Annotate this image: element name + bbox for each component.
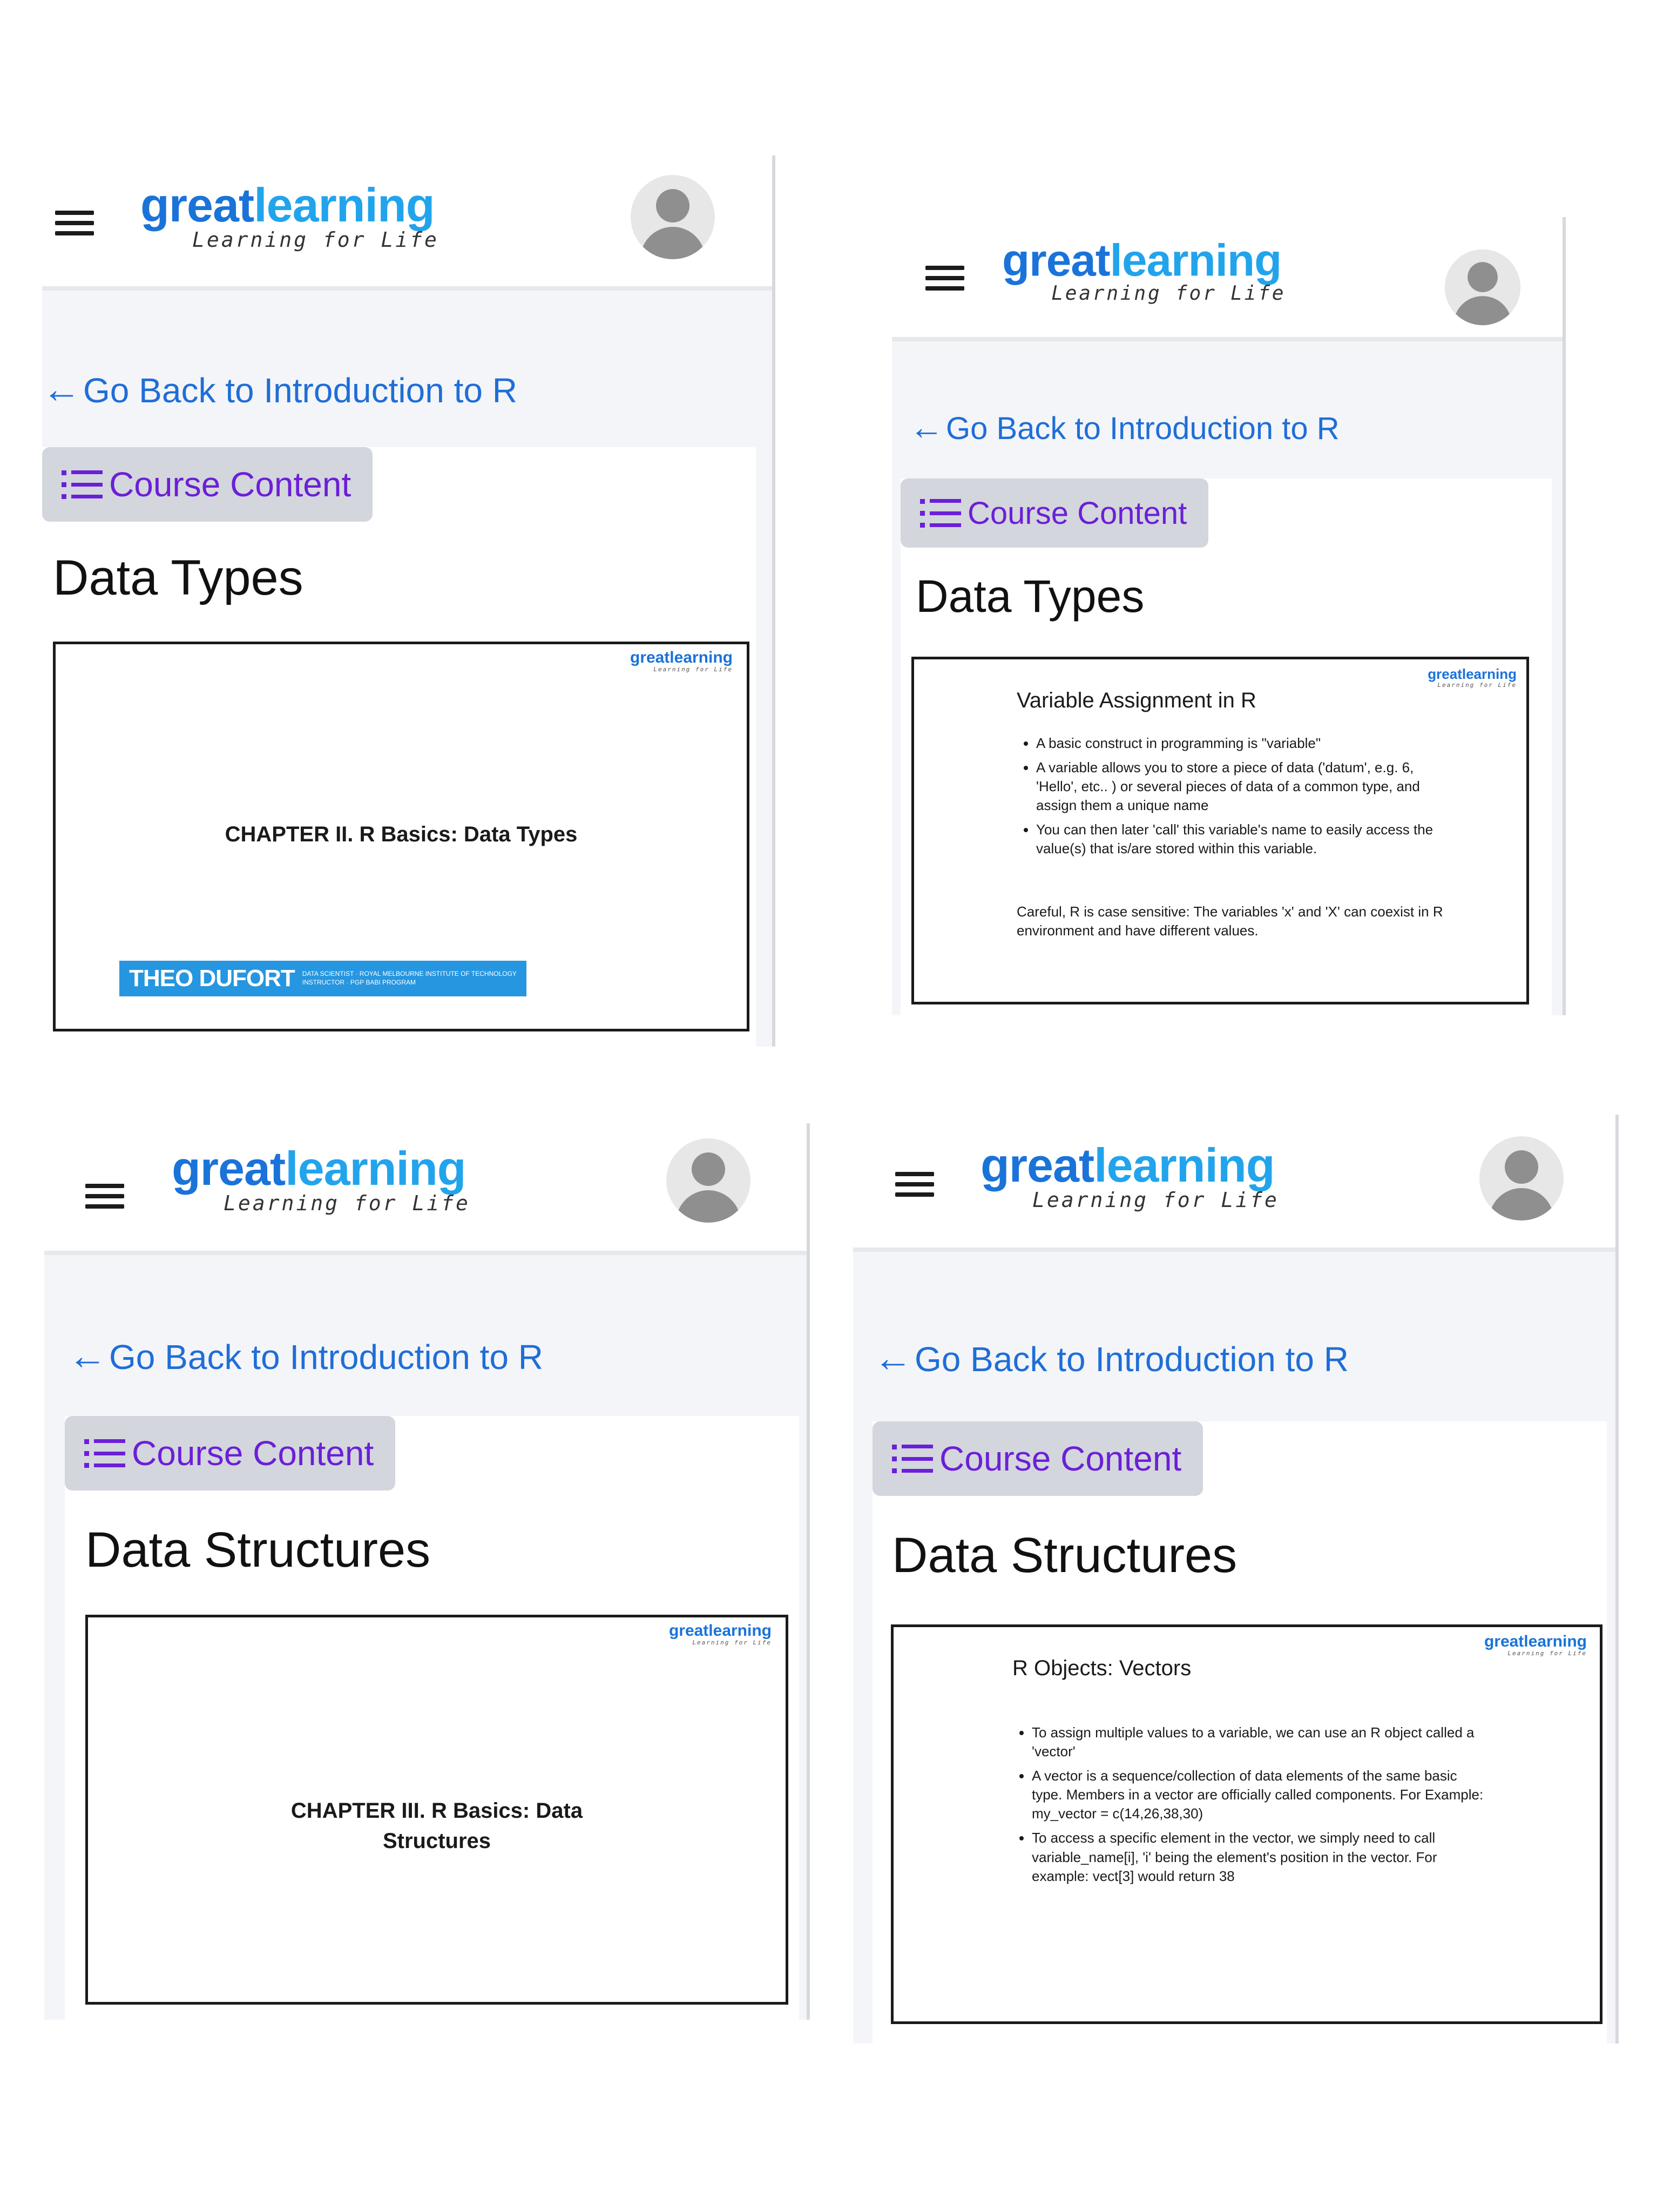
course-content-button[interactable]: Course Content xyxy=(65,1416,396,1491)
app-header: greatlearning Learning for Life xyxy=(44,1123,807,1255)
user-avatar-icon[interactable] xyxy=(1479,1136,1564,1220)
course-content-button[interactable]: Course Content xyxy=(901,478,1209,548)
app-header: greatlearning Learning for Life xyxy=(853,1115,1615,1252)
logo-tagline: Learning for Life xyxy=(192,228,439,252)
slide-logo: greatlearning Learning for Life xyxy=(1484,1633,1587,1657)
list-icon xyxy=(84,1438,126,1468)
course-content-area: Course Content Data Structures greatlear… xyxy=(873,1421,1607,2044)
list-item: You can then later 'call' this variable'… xyxy=(1036,820,1446,858)
slide-bullets: To assign multiple values to a variable,… xyxy=(1016,1723,1485,1891)
app-header: greatlearning Learning for Life xyxy=(42,156,772,291)
screenshot-variable-assignment: greatlearning Learning for Life ←Go Back… xyxy=(892,217,1566,1015)
slide-logo: greatlearning Learning for Life xyxy=(630,649,733,673)
screenshot-data-types-title: greatlearning Learning for Life ←Go Back… xyxy=(42,156,775,1047)
back-arrow-icon: ← xyxy=(68,1334,107,1378)
slide-heading: Variable Assignment in R xyxy=(1017,689,1256,712)
greatlearning-logo[interactable]: greatlearning Learning for Life xyxy=(172,1145,470,1216)
back-to-introduction-link[interactable]: ←Go Back to Introduction to R xyxy=(68,1334,543,1378)
course-content-button[interactable]: Course Content xyxy=(42,447,373,522)
slide-logo: greatlearning Learning for Life xyxy=(1428,666,1517,689)
list-item: A basic construct in programming is "var… xyxy=(1036,734,1446,753)
logo-tagline: Learning for Life xyxy=(1051,281,1286,305)
hamburger-menu-icon[interactable] xyxy=(85,1184,124,1209)
hamburger-menu-icon[interactable] xyxy=(895,1172,934,1197)
slide-bullets: A basic construct in programming is "var… xyxy=(1020,734,1446,864)
back-arrow-icon: ← xyxy=(874,1337,912,1380)
chapter-title: CHAPTER III. R Basics: Data Structures xyxy=(290,1799,583,1853)
slide-logo: greatlearning Learning for Life xyxy=(668,1622,772,1647)
hamburger-menu-icon[interactable] xyxy=(55,211,94,235)
course-content-area: Course Content Data Types greatlearning … xyxy=(901,478,1552,1015)
video-slide[interactable]: greatlearning Learning for Life CHAPTER … xyxy=(85,1615,788,2005)
screenshot-data-structures-title: greatlearning Learning for Life ←Go Back… xyxy=(44,1123,810,2020)
section-title: Data Types xyxy=(916,571,1145,622)
list-item: A vector is a sequence/collection of dat… xyxy=(1032,1766,1485,1823)
list-item: A variable allows you to store a piece o… xyxy=(1036,758,1446,815)
list-item: To assign multiple values to a variable,… xyxy=(1032,1723,1485,1761)
video-slide[interactable]: greatlearning Learning for Life R Object… xyxy=(891,1624,1602,2024)
list-icon xyxy=(62,469,104,500)
back-to-introduction-link[interactable]: ←Go Back to Introduction to R xyxy=(42,367,517,412)
user-avatar-icon[interactable] xyxy=(631,175,715,259)
list-icon xyxy=(892,1444,934,1474)
greatlearning-logo[interactable]: greatlearning Learning for Life xyxy=(1002,238,1286,305)
list-item: To access a specific element in the vect… xyxy=(1032,1829,1485,1885)
course-content-area: Course Content Data Types greatlearning … xyxy=(42,447,756,1047)
screenshot-vectors: greatlearning Learning for Life ←Go Back… xyxy=(853,1115,1619,2044)
app-header: greatlearning Learning for Life xyxy=(892,217,1563,341)
course-content-area: Course Content Data Structures greatlear… xyxy=(65,1416,799,2020)
video-slide[interactable]: greatlearning Learning for Life Variable… xyxy=(911,657,1529,1004)
instructor-banner: THEO DUFORT DATA SCIENTIST · ROYAL MELBO… xyxy=(119,961,526,996)
list-icon xyxy=(920,498,962,528)
video-slide[interactable]: greatlearning Learning for Life CHAPTER … xyxy=(53,642,749,1031)
back-to-introduction-link[interactable]: ←Go Back to Introduction to R xyxy=(874,1336,1349,1380)
logo-tagline: Learning for Life xyxy=(1032,1188,1279,1212)
back-arrow-icon: ← xyxy=(909,408,944,447)
user-avatar-icon[interactable] xyxy=(666,1138,750,1223)
slide-heading: R Objects: Vectors xyxy=(1012,1656,1192,1680)
course-content-button[interactable]: Course Content xyxy=(873,1421,1203,1496)
back-arrow-icon: ← xyxy=(42,368,81,411)
section-title: Data Types xyxy=(53,550,303,605)
logo-tagline: Learning for Life xyxy=(224,1191,470,1215)
section-title: Data Structures xyxy=(892,1528,1238,1583)
user-avatar-icon[interactable] xyxy=(1444,249,1521,326)
slide-note: Careful, R is case sensitive: The variab… xyxy=(1017,903,1443,939)
back-to-introduction-link[interactable]: ←Go Back to Introduction to R xyxy=(909,407,1340,447)
greatlearning-logo[interactable]: greatlearning Learning for Life xyxy=(980,1142,1279,1212)
hamburger-menu-icon[interactable] xyxy=(925,266,964,291)
greatlearning-logo[interactable]: greatlearning Learning for Life xyxy=(140,181,439,252)
section-title: Data Structures xyxy=(85,1522,431,1577)
chapter-title: CHAPTER II. R Basics: Data Types xyxy=(225,822,578,846)
